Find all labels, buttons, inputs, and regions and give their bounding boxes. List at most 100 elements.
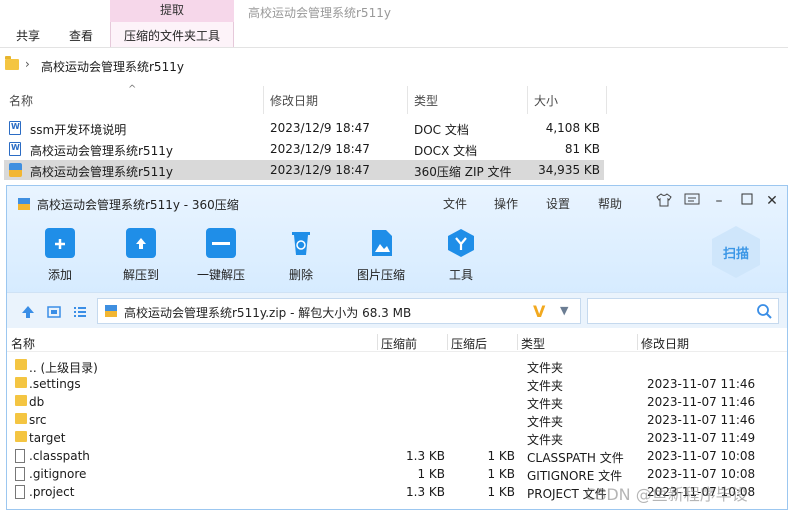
zip-path-bar: 高校运动会管理系统r511y.zip - 解包大小为 68.3 MB V ▼ xyxy=(7,292,787,328)
tools-button[interactable]: 工具 xyxy=(426,228,496,283)
entry-name: .settings xyxy=(29,377,81,391)
entry-name: .classpath xyxy=(29,449,90,463)
col-divider[interactable] xyxy=(517,334,518,350)
menu-file[interactable]: 文件 xyxy=(443,195,467,212)
folder-icon xyxy=(15,431,27,442)
entry-name: .project xyxy=(29,485,75,499)
entry-name: db xyxy=(29,395,45,409)
col-divider[interactable] xyxy=(263,86,264,114)
tools-label: 工具 xyxy=(448,268,473,282)
entry-type: 文件夹 xyxy=(527,415,564,429)
one-click-extract-icon xyxy=(206,228,236,258)
archive-row[interactable]: target 文件夹 2023-11-07 11:49 xyxy=(7,429,787,447)
skin-shirt-icon[interactable] xyxy=(655,193,673,211)
feedback-icon[interactable] xyxy=(683,193,701,211)
entry-name: .. (上级目录) xyxy=(29,361,98,375)
add-label: 添加 xyxy=(47,268,72,282)
col-divider[interactable] xyxy=(527,86,528,114)
col-name[interactable]: 名称 xyxy=(9,92,33,109)
zip-window-title: 高校运动会管理系统r511y - 360压缩 xyxy=(37,198,239,212)
zip-icon xyxy=(9,163,22,177)
tab-compressed-folder-tools[interactable]: 压缩的文件夹工具 xyxy=(124,27,220,44)
entry-name: target xyxy=(29,431,66,445)
col-size[interactable]: 大小 xyxy=(534,92,558,109)
zip-window: 高校运动会管理系统r511y - 360压缩 文件 操作 设置 帮助 – ✕ 添… xyxy=(6,185,788,510)
archive-row[interactable]: .. (上级目录) 文件夹 xyxy=(7,357,787,375)
tab-extract[interactable]: 提取 xyxy=(110,0,234,22)
file-name: ssm开发环境说明 xyxy=(30,123,127,137)
minimize-icon[interactable]: – xyxy=(710,193,728,209)
col-divider[interactable] xyxy=(637,334,638,350)
menu-help[interactable]: 帮助 xyxy=(598,195,622,212)
maximize-icon[interactable] xyxy=(738,193,756,209)
archive-row[interactable]: .classpath 1.3 KB 1 KB CLASSPATH 文件 2023… xyxy=(7,447,787,465)
col-date[interactable]: 修改日期 xyxy=(641,335,689,352)
archive-search-input[interactable] xyxy=(587,298,779,324)
extract-to-icon xyxy=(126,228,156,258)
close-icon[interactable]: ✕ xyxy=(763,193,781,209)
v-badge-icon[interactable]: V xyxy=(533,302,545,321)
tab-share[interactable]: 共享 xyxy=(16,27,40,44)
delete-button[interactable]: 删除 xyxy=(266,228,336,283)
file-date: 2023/12/9 18:47 xyxy=(270,142,370,156)
file-row-selected[interactable]: 高校运动会管理系统r511y 2023/12/9 18:47 360压缩 ZIP… xyxy=(4,160,604,180)
folder-icon xyxy=(15,413,27,424)
col-date[interactable]: 修改日期 xyxy=(270,92,318,109)
col-divider[interactable] xyxy=(407,86,408,114)
zip-window-header: 高校运动会管理系统r511y - 360压缩 文件 操作 设置 帮助 – ✕ 添… xyxy=(7,186,787,292)
folder-icon xyxy=(15,359,27,370)
file-date: 2023/12/9 18:47 xyxy=(270,163,370,177)
file-type: DOCX 文档 xyxy=(414,144,478,158)
entry-date: 2023-11-07 10:08 xyxy=(647,449,756,463)
col-divider[interactable] xyxy=(606,86,607,114)
list-view-icon[interactable] xyxy=(73,305,87,322)
chevron-right-icon[interactable]: › xyxy=(25,57,30,71)
search-icon[interactable] xyxy=(756,303,772,322)
add-button[interactable]: 添加 xyxy=(25,228,95,283)
file-row[interactable]: 高校运动会管理系统r511y 2023/12/9 18:47 DOCX 文档 8… xyxy=(4,139,604,159)
one-click-extract-button[interactable]: 一键解压 xyxy=(186,228,256,283)
menu-settings[interactable]: 设置 xyxy=(546,195,570,212)
file-size: 4,108 KB xyxy=(545,121,600,135)
menu-operate[interactable]: 操作 xyxy=(494,195,518,212)
archive-row[interactable]: src 文件夹 2023-11-07 11:46 xyxy=(7,411,787,429)
file-type: 360压缩 ZIP 文件 xyxy=(414,165,512,179)
address-bar[interactable]: › 高校运动会管理系统r511y xyxy=(0,55,788,77)
entry-size-after: 1 KB xyxy=(487,467,515,481)
thumbnail-view-icon[interactable] xyxy=(47,305,61,322)
col-type[interactable]: 类型 xyxy=(414,92,438,109)
entry-name: src xyxy=(29,413,47,427)
col-name[interactable]: 名称 xyxy=(11,335,35,352)
col-divider[interactable] xyxy=(447,334,448,350)
col-type[interactable]: 类型 xyxy=(521,335,545,352)
tools-icon xyxy=(446,228,476,258)
entry-type: 文件夹 xyxy=(527,379,564,393)
delete-label: 删除 xyxy=(288,268,313,282)
file-size: 81 KB xyxy=(564,142,600,156)
entry-size-after: 1 KB xyxy=(487,449,515,463)
entry-type: 文件夹 xyxy=(527,361,564,375)
archive-row[interactable]: .settings 文件夹 2023-11-07 11:46 xyxy=(7,375,787,393)
up-arrow-icon[interactable] xyxy=(21,305,35,322)
image-compress-button[interactable]: 图片压缩 xyxy=(346,228,416,283)
dropdown-arrow-icon[interactable]: ▼ xyxy=(560,304,568,317)
archive-path-field[interactable]: 高校运动会管理系统r511y.zip - 解包大小为 68.3 MB V ▼ xyxy=(97,298,581,324)
entry-date: 2023-11-07 11:49 xyxy=(647,431,756,445)
zip-app-icon xyxy=(17,197,31,214)
archive-row[interactable]: db 文件夹 2023-11-07 11:46 xyxy=(7,393,787,411)
col-divider[interactable] xyxy=(377,334,378,350)
scan-button[interactable]: 扫描 xyxy=(712,226,760,278)
sort-up-icon: ^ xyxy=(128,84,137,95)
entry-size-before: 1 KB xyxy=(417,467,445,481)
one-click-extract-label: 一键解压 xyxy=(196,268,245,282)
col-size-before[interactable]: 压缩前 xyxy=(381,335,417,352)
extract-to-button[interactable]: 解压到 xyxy=(106,228,176,283)
entry-date: 2023-11-07 11:46 xyxy=(647,395,756,409)
tab-view[interactable]: 查看 xyxy=(69,27,93,44)
entry-date: 2023-11-07 10:08 xyxy=(647,467,756,481)
entry-type: 文件夹 xyxy=(527,397,564,411)
file-row[interactable]: ssm开发环境说明 2023/12/9 18:47 DOC 文档 4,108 K… xyxy=(4,118,604,138)
entry-date: 2023-11-07 11:46 xyxy=(647,413,756,427)
archive-column-header: 名称 压缩前 压缩后 类型 修改日期 xyxy=(7,332,787,352)
col-size-after[interactable]: 压缩后 xyxy=(451,335,487,352)
